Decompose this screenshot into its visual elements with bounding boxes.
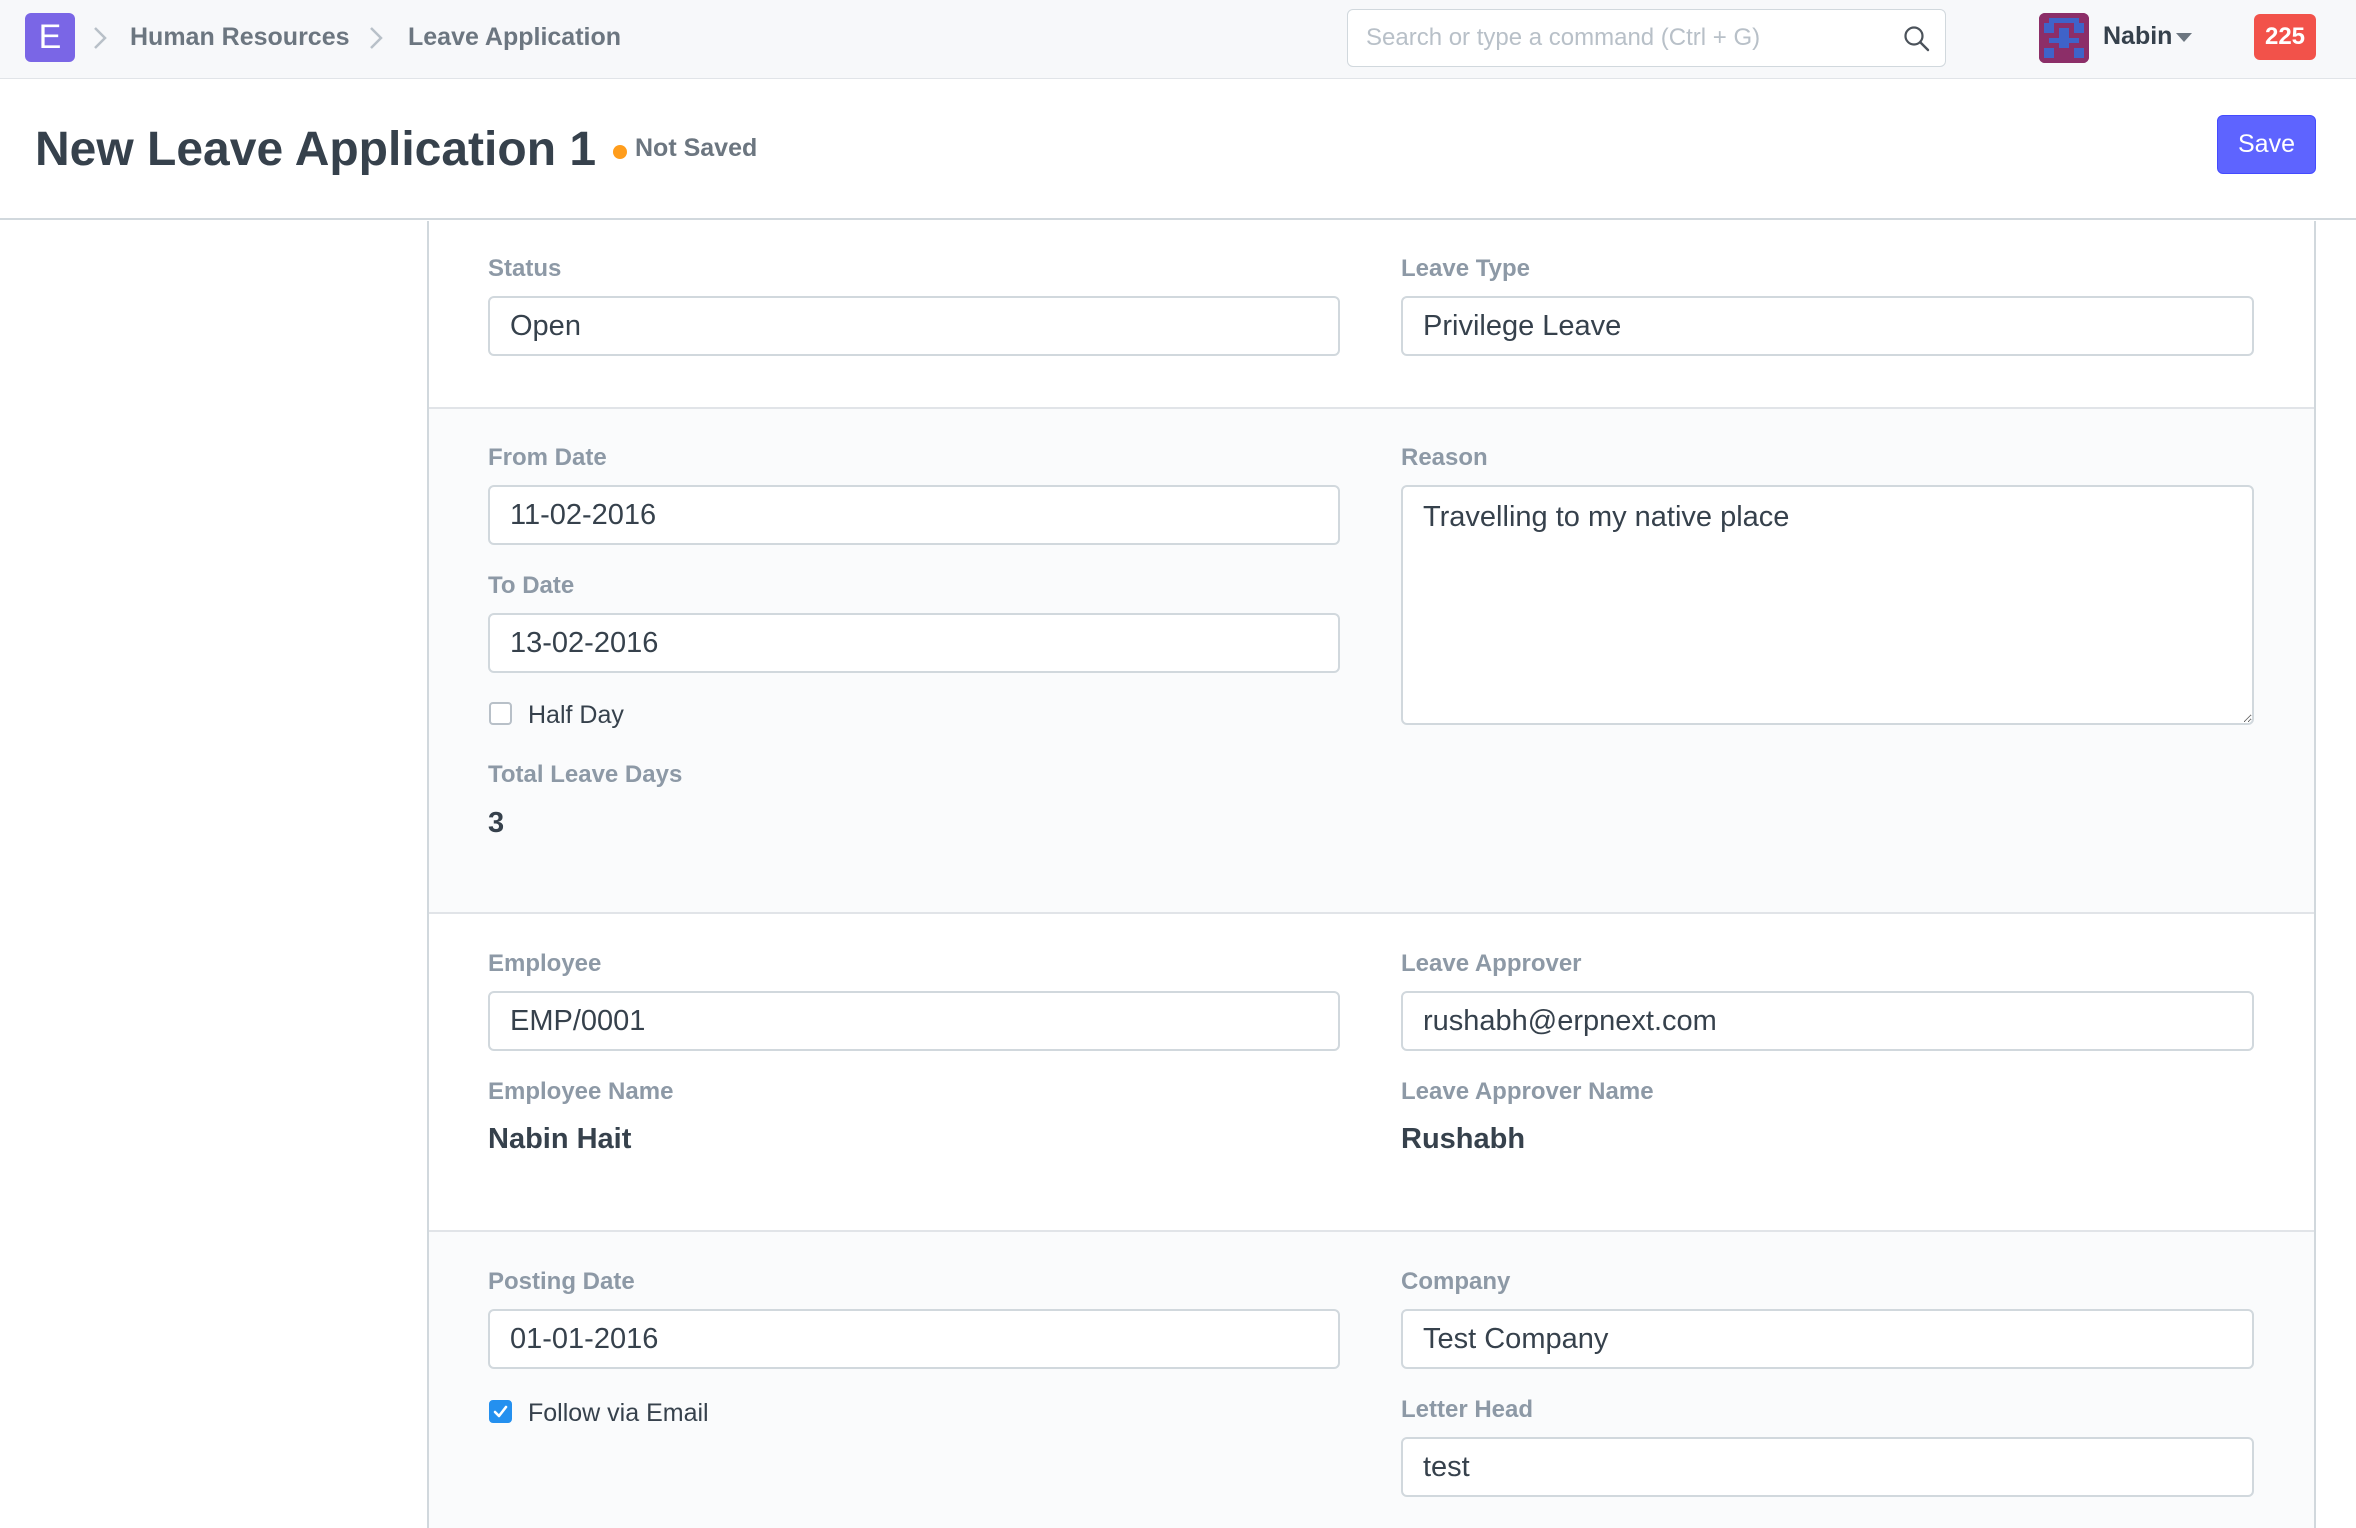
search-icon[interactable] [1903,25,1931,53]
employee-name-value: Nabin Hait [488,1123,632,1155]
navbar: E Human Resources Leave Application Nabi… [0,0,2356,79]
user-avatar[interactable] [2039,13,2089,63]
save-button[interactable]: Save [2217,115,2316,174]
half-day-label[interactable]: Half Day [528,701,624,730]
from-date-label: From Date [488,444,607,471]
status-label: Status [488,255,562,282]
check-icon [493,1405,508,1418]
posting-date-field[interactable] [488,1309,1340,1369]
leave-approver-field[interactable] [1401,991,2254,1051]
section-posting: Posting Date Follow via Email Company Le… [429,1232,2314,1528]
status-indicator-dot [613,145,627,159]
chevron-right-icon [370,27,383,49]
company-field[interactable] [1401,1309,2254,1369]
page-head: New Leave Application 1 Not Saved Save [0,80,2356,220]
status-indicator: Not Saved [635,134,758,162]
status-field[interactable] [488,296,1340,356]
reason-field[interactable] [1401,485,2254,725]
letter-head-field[interactable] [1401,1437,2254,1497]
chevron-right-icon [94,27,107,49]
to-date-label: To Date [488,572,575,599]
section-employee: Employee Employee Name Nabin Hait Leave … [429,914,2314,1232]
app-logo[interactable]: E [25,13,75,62]
follow-via-email-label[interactable]: Follow via Email [528,1399,709,1428]
search-input[interactable] [1366,10,1886,65]
from-date-field[interactable] [488,485,1340,545]
total-leave-days-value: 3 [488,807,505,839]
reason-label: Reason [1401,444,1488,471]
leave-type-field[interactable] [1401,296,2254,356]
leave-type-label: Leave Type [1401,255,1530,282]
leave-approver-name-value: Rushabh [1401,1123,1526,1155]
leave-approver-name-label: Leave Approver Name [1401,1078,1654,1105]
notification-badge[interactable]: 225 [2254,14,2316,60]
breadcrumb-human-resources[interactable]: Human Resources [130,22,350,52]
posting-date-label: Posting Date [488,1268,635,1295]
to-date-field[interactable] [488,613,1340,673]
avatar-pattern-icon [2039,13,2089,63]
breadcrumb-leave-application[interactable]: Leave Application [408,22,621,52]
company-label: Company [1401,1268,1511,1295]
follow-via-email-checkbox[interactable] [489,1400,512,1423]
employee-field[interactable] [488,991,1340,1051]
half-day-checkbox[interactable] [489,702,512,725]
section-dates: From Date To Date Half Day Total Leave D… [429,409,2314,914]
employee-name-label: Employee Name [488,1078,674,1105]
search-box[interactable] [1347,9,1946,67]
section-status: Status Leave Type [429,221,2314,409]
page-title: New Leave Application 1 [35,123,597,176]
letter-head-label: Letter Head [1401,1396,1534,1423]
leave-application-form: Status Leave Type From Date To Date Half… [427,221,2316,1528]
employee-label: Employee [488,950,602,977]
caret-down-icon[interactable] [2176,33,2192,42]
user-name[interactable]: Nabin [2103,22,2172,51]
total-leave-days-label: Total Leave Days [488,761,683,788]
leave-approver-label: Leave Approver [1401,950,1582,977]
